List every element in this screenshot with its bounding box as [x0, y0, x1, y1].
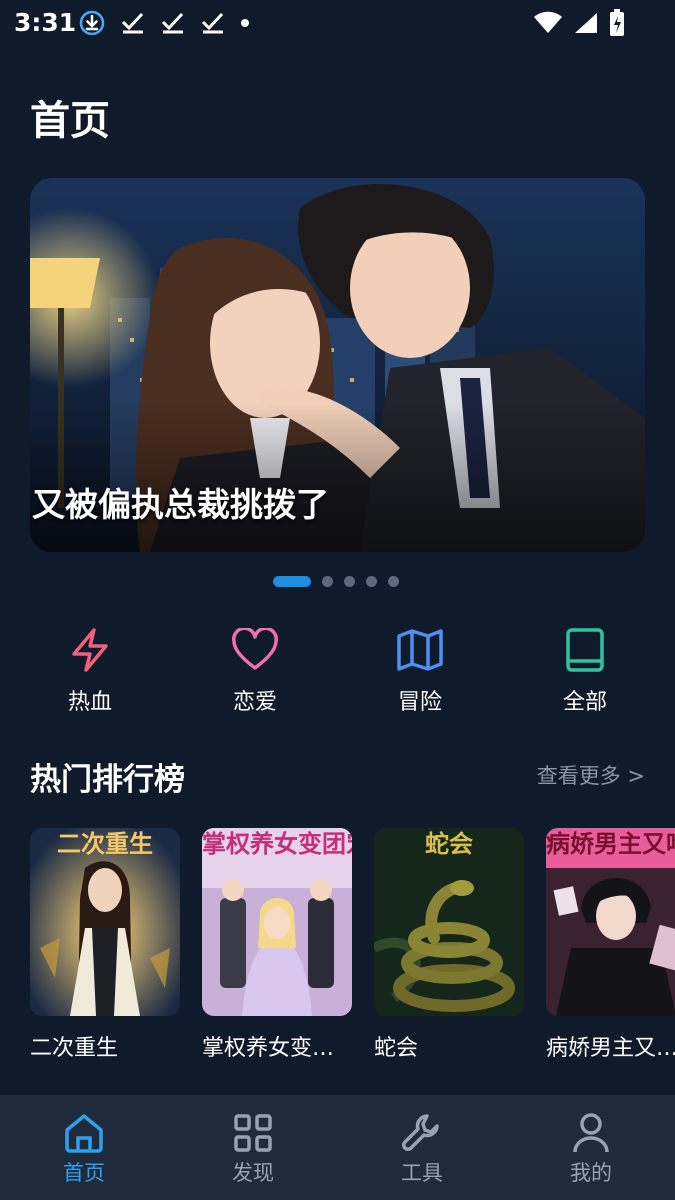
- download-icon: [78, 9, 106, 37]
- carousel-dot[interactable]: [366, 575, 377, 587]
- bottom-nav: 首页 发现 工具 我的: [0, 1095, 675, 1200]
- ranking-card[interactable]: 掌权养女变团宠 掌权养女变…: [202, 828, 352, 1062]
- nav-label: 我的: [570, 1161, 612, 1185]
- page-title: 首页: [30, 98, 110, 144]
- cover-title: 蛇会: [425, 829, 473, 858]
- grid-icon: [193, 1111, 313, 1155]
- carousel-dot[interactable]: [273, 575, 311, 587]
- home-icon: [24, 1111, 144, 1155]
- nav-tools[interactable]: 工具: [362, 1111, 482, 1187]
- ranking-title: 热门排行榜: [30, 762, 185, 798]
- check-icon: [120, 11, 146, 35]
- book-icon: [525, 624, 645, 676]
- cover-title: 二次重生: [57, 829, 153, 858]
- book-cover: 病娇男主又吃醋: [546, 828, 675, 1016]
- see-more-link[interactable]: 查看更多 >: [537, 760, 645, 790]
- status-time: 3:31: [14, 8, 77, 37]
- wrench-icon: [362, 1111, 482, 1155]
- nav-home[interactable]: 首页: [24, 1111, 144, 1187]
- category-label: 恋爱: [232, 690, 277, 715]
- carousel-dot[interactable]: [344, 575, 355, 587]
- category-all[interactable]: 全部: [525, 624, 645, 716]
- lightning-icon: [30, 624, 150, 676]
- nav-profile[interactable]: 我的: [531, 1111, 651, 1187]
- carousel-dot[interactable]: [322, 575, 333, 587]
- wifi-icon: [533, 11, 563, 35]
- ranking-card[interactable]: 蛇会 蛇会: [374, 828, 524, 1062]
- category-label: 冒险: [397, 690, 442, 715]
- category-label: 热血: [67, 690, 112, 715]
- book-cover: 掌权养女变团宠: [202, 828, 352, 1016]
- user-icon: [531, 1111, 651, 1155]
- ranking-card[interactable]: 二次重生 二次重生: [30, 828, 180, 1062]
- book-title: 二次重生: [30, 1036, 119, 1061]
- book-title: 蛇会: [374, 1036, 419, 1061]
- check-icon: [160, 11, 186, 35]
- category-label: 全部: [562, 690, 607, 715]
- banner-title: 又被偏执总裁挑拨了: [32, 485, 329, 524]
- nav-label: 首页: [63, 1161, 105, 1185]
- status-bar: 3:31: [0, 0, 675, 46]
- map-icon: [360, 624, 480, 676]
- category-adventure[interactable]: 冒险: [360, 624, 480, 716]
- cover-title: 掌权养女变团宠: [202, 829, 352, 858]
- check-icon: [200, 11, 226, 35]
- battery-icon: [609, 9, 625, 37]
- carousel-dot[interactable]: [388, 575, 399, 587]
- category-romance[interactable]: 恋爱: [195, 624, 315, 716]
- ranking-card[interactable]: 病娇男主又吃醋 病娇男主又…: [546, 828, 675, 1062]
- category-hot-blood[interactable]: 热血: [30, 624, 150, 716]
- nav-discover[interactable]: 发现: [193, 1111, 313, 1187]
- book-title: 掌权养女变…: [202, 1036, 335, 1061]
- book-title: 病娇男主又…: [546, 1036, 675, 1061]
- nav-label: 发现: [232, 1161, 274, 1185]
- dot-icon: [240, 18, 250, 28]
- carousel-indicator: [273, 575, 399, 587]
- heart-icon: [195, 624, 315, 676]
- nav-label: 工具: [401, 1161, 443, 1185]
- book-cover: 二次重生: [30, 828, 180, 1016]
- signal-icon: [573, 11, 599, 35]
- cover-title: 病娇男主又吃醋: [546, 829, 675, 858]
- book-cover: 蛇会: [374, 828, 524, 1016]
